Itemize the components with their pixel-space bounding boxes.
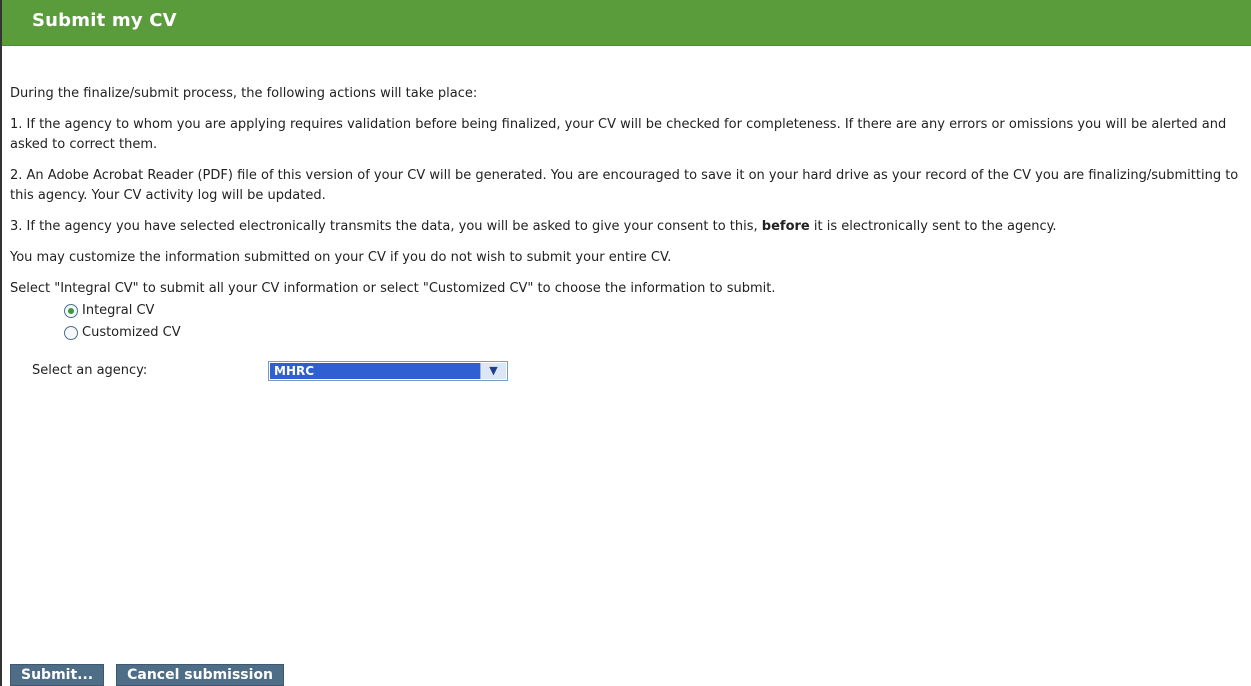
chevron-down-icon[interactable]: ▼	[480, 363, 506, 379]
agency-label: Select an agency:	[32, 363, 148, 378]
agency-select-value[interactable]: MHRC	[270, 363, 480, 379]
radio-option-integral-cv[interactable]: Integral CV	[64, 300, 1251, 322]
step-3-text: 3. If the agency you have selected elect…	[10, 217, 1251, 237]
page-title: Submit my CV	[32, 10, 177, 31]
submit-button[interactable]: Submit...	[10, 664, 105, 686]
step-2-text: 2. An Adobe Acrobat Reader (PDF) file of…	[10, 168, 1239, 203]
radio-label-integral-cv[interactable]: Integral CV	[82, 301, 154, 321]
select-instructions: Select "Integral CV" to submit all your …	[10, 281, 776, 296]
radio-integral-cv[interactable]	[64, 304, 78, 318]
main-content: During the finalize/submit process, the …	[10, 84, 1251, 382]
page-header: Submit my CV	[2, 0, 1251, 46]
radio-customized-cv[interactable]	[64, 326, 78, 340]
intro-text: During the finalize/submit process, the …	[10, 86, 478, 101]
step-3-text-part1: 3. If the agency you have selected elect…	[10, 219, 762, 234]
agency-select[interactable]: MHRC ▼	[268, 361, 508, 381]
customize-note: You may customize the information submit…	[10, 250, 672, 265]
step-3-bold-word: before	[761, 219, 810, 234]
action-buttons: Submit... Cancel submission	[10, 664, 285, 686]
radio-label-customized-cv[interactable]: Customized CV	[82, 323, 181, 343]
step-3-text-part2: it is electronically sent to the agency.	[809, 219, 1057, 234]
page-frame: Submit my CV During the finalize/submit …	[0, 0, 1251, 686]
agency-row: Select an agency: MHRC ▼	[32, 360, 1251, 382]
cv-type-radio-group: Integral CV Customized CV	[64, 300, 1251, 344]
step-1-text: 1. If the agency to whom you are applyin…	[10, 117, 1227, 152]
cancel-submission-button[interactable]: Cancel submission	[116, 664, 285, 686]
radio-option-customized-cv[interactable]: Customized CV	[64, 322, 1251, 344]
